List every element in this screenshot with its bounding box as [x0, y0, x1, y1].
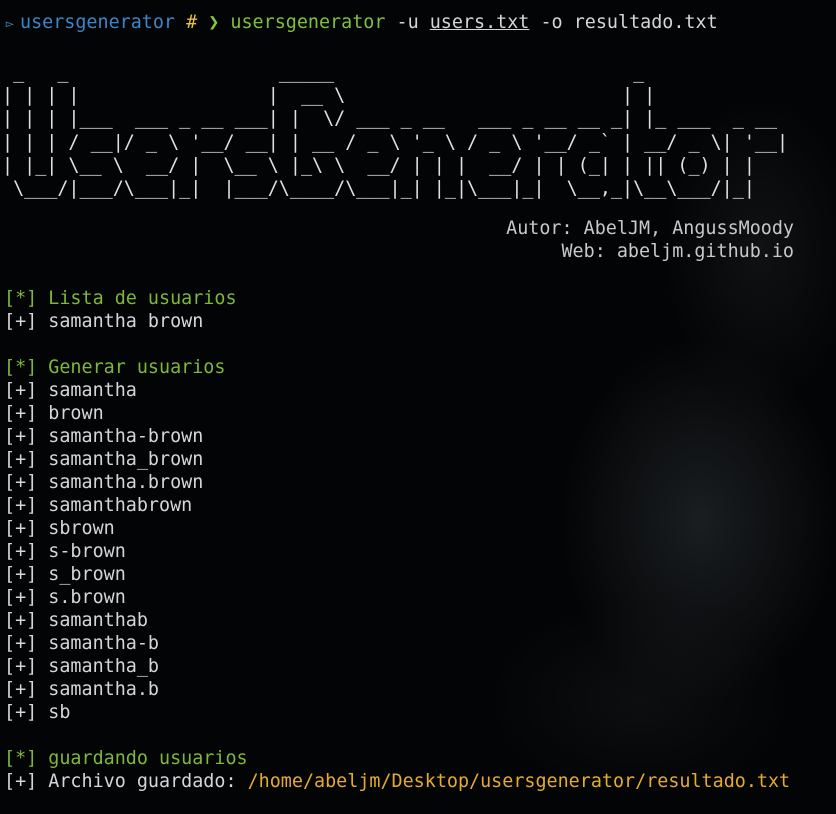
ascii-banner: _ _ _____ _ | | | | | __ \ | | | | | |__…: [2, 62, 789, 200]
generated-user-item: [+] samantha.b: [4, 679, 160, 700]
prompt-arrow-icon: ❯: [208, 12, 220, 33]
generated-user-item: [+] s_brown: [4, 564, 126, 585]
command-name: usersgenerator: [230, 12, 386, 33]
generated-user-item: [+] sbrown: [4, 518, 115, 539]
prompt-hash: #: [186, 12, 198, 33]
generated-user-item: [+] samanthab: [4, 610, 148, 631]
list-item: [+] samantha brown: [4, 311, 204, 332]
command-arg-u: -u: [396, 12, 419, 33]
author-credit: Autor: AbelJM, AngussMoody: [506, 218, 794, 239]
folder-icon: ▻: [5, 16, 15, 32]
generated-user-item: [+] samanthabrown: [4, 495, 193, 516]
generated-user-item: [+] s.brown: [4, 587, 126, 608]
web-credit: Web: abeljm.github.io: [561, 241, 794, 262]
saved-file-label: [+] Archivo guardado:: [4, 771, 248, 792]
section-header-list: [*] Lista de usuarios: [4, 288, 237, 309]
generated-user-item: [+] samantha: [4, 380, 137, 401]
command-arg-o: -o: [540, 12, 563, 33]
generated-user-item: [+] s-brown: [4, 541, 126, 562]
section-header-generate: [*] Generar usuarios: [4, 357, 226, 378]
saved-file-path: /home/abeljm/Desktop/usersgenerator/resu…: [247, 771, 791, 792]
generated-user-item: [+] samantha_b: [4, 656, 160, 677]
saved-file-line: [+] Archivo guardado: /home/abeljm/Deskt…: [4, 770, 790, 793]
generated-user-item: [+] brown: [4, 403, 104, 424]
command-prompt: ▻ usersgenerator # ❯ usersgenerator -u us…: [0, 11, 718, 34]
generated-user-item: [+] samantha_brown: [4, 449, 204, 470]
input-file-link[interactable]: users.txt: [430, 12, 530, 33]
generated-user-item: [+] samantha-b: [4, 633, 160, 654]
prompt-directory: usersgenerator: [20, 12, 176, 33]
generated-user-item: [+] samantha.brown: [4, 472, 204, 493]
section-header-save: [*] guardando usuarios: [4, 748, 248, 769]
generated-user-item: [+] samantha-brown: [4, 426, 204, 447]
terminal-window[interactable]: ▻ usersgenerator # ❯ usersgenerator -u us…: [0, 0, 836, 814]
generated-user-item: [+] sb: [4, 702, 71, 723]
output-file-name: resultado.txt: [573, 12, 718, 33]
